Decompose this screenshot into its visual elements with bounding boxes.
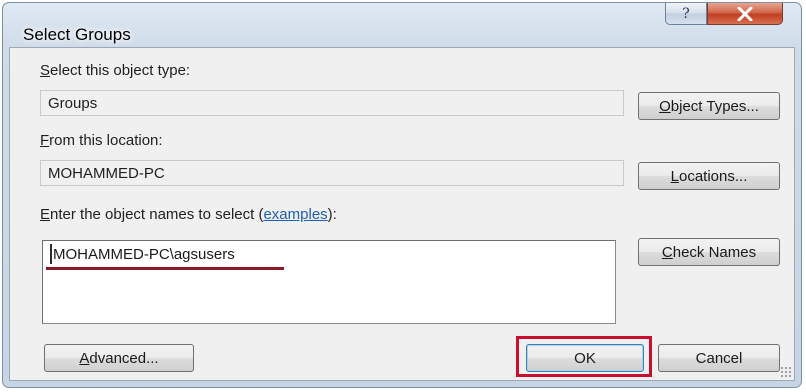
ok-annotation-box — [516, 336, 652, 377]
dialog-title: Select Groups — [23, 25, 131, 44]
check-names-button[interactable]: Check Names — [638, 238, 780, 266]
title-bar[interactable]: Select Groups ? — [3, 3, 801, 47]
object-names-value: MOHAMMED-PC\agsusers — [53, 246, 235, 263]
annotation-underline — [46, 267, 284, 270]
help-button[interactable]: ? — [665, 3, 707, 25]
object-types-button[interactable]: Object Types... — [638, 92, 780, 120]
select-groups-dialog: Select Groups ? Select this object type:… — [2, 2, 802, 388]
help-icon: ? — [682, 5, 690, 22]
close-button[interactable] — [707, 3, 783, 25]
location-label: From this location: — [40, 132, 163, 149]
location-field: MOHAMMED-PC — [40, 160, 624, 186]
object-names-input[interactable]: MOHAMMED-PC\agsusers — [42, 240, 616, 324]
cancel-button[interactable]: Cancel — [658, 344, 780, 372]
location-value: MOHAMMED-PC — [48, 165, 165, 182]
close-icon — [737, 6, 753, 21]
examples-link[interactable]: examples — [263, 206, 327, 223]
object-type-value: Groups — [48, 95, 98, 112]
object-names-label: Enter the object names to select (exampl… — [40, 206, 337, 223]
object-type-field: Groups — [40, 90, 624, 116]
advanced-button[interactable]: Advanced... — [44, 344, 194, 372]
dialog-body: Select this object type: Groups Object T… — [9, 47, 795, 381]
resize-grip[interactable] — [780, 366, 792, 378]
locations-button[interactable]: Locations... — [638, 162, 780, 190]
object-type-label: Select this object type: — [40, 62, 191, 79]
